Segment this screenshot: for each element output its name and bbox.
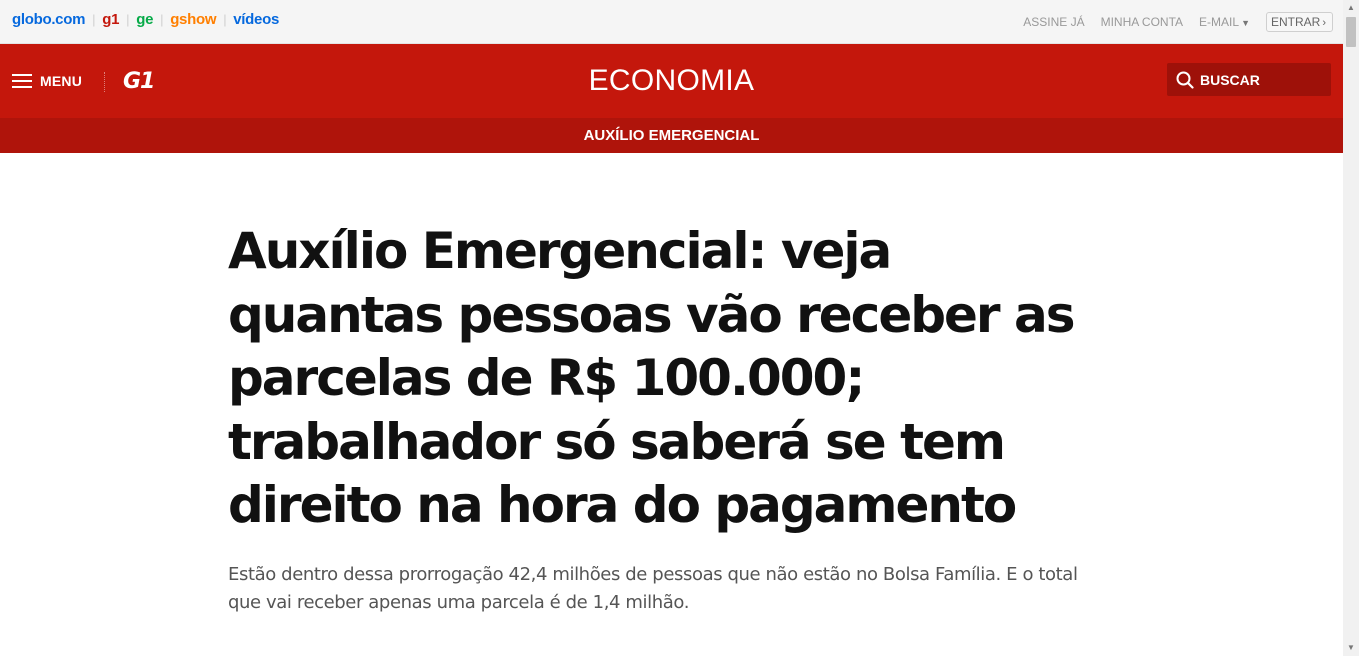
ge-link[interactable]: ge [136, 11, 153, 28]
brand-separator: | [160, 12, 164, 27]
chevron-right-icon: › [1322, 17, 1326, 29]
brand-links: globo.com | g1 | ge | gshow | vídeos [12, 11, 279, 28]
brand-separator: | [223, 12, 227, 27]
brand-separator: | [126, 12, 130, 27]
videos-link[interactable]: vídeos [233, 11, 279, 28]
page-scrollbar[interactable]: ▲ ▼ [1343, 0, 1359, 656]
section-title[interactable]: ECONOMIA [0, 64, 1343, 98]
search-label: BUSCAR [1200, 71, 1260, 88]
globo-com-link[interactable]: globo.com [12, 11, 85, 28]
assine-link[interactable]: ASSINE JÁ [1023, 15, 1084, 29]
email-label: E-MAIL [1199, 15, 1240, 29]
email-dropdown[interactable]: E-MAIL ▼ [1199, 15, 1250, 29]
entrar-label: ENTRAR [1270, 15, 1321, 29]
scroll-thumb[interactable] [1346, 17, 1356, 47]
scroll-up-arrow-icon[interactable]: ▲ [1343, 0, 1359, 16]
site-header: MENU G1 ECONOMIA BUSCAR [0, 44, 1343, 118]
g1-link[interactable]: g1 [102, 11, 119, 28]
search-icon [1176, 71, 1194, 89]
topic-bar: AUXÍLIO EMERGENCIAL [0, 118, 1343, 153]
account-links: ASSINE JÁ MINHA CONTA E-MAIL ▼ ENTRAR › [1007, 12, 1333, 32]
brand-separator: | [92, 12, 96, 27]
minha-conta-link[interactable]: MINHA CONTA [1101, 15, 1183, 29]
article-headline: Auxílio Emergencial: veja quantas pessoa… [228, 222, 1076, 534]
entrar-button[interactable]: ENTRAR › [1265, 12, 1333, 32]
search-button[interactable]: BUSCAR [1167, 63, 1331, 96]
chevron-down-icon: ▼ [1241, 18, 1250, 28]
topic-link[interactable]: AUXÍLIO EMERGENCIAL [584, 118, 760, 153]
article-subtitle: Estão dentro dessa prorrogação 42,4 milh… [228, 564, 1078, 613]
globo-top-bar: globo.com | g1 | ge | gshow | vídeos ASS… [0, 0, 1343, 44]
gshow-link[interactable]: gshow [170, 11, 216, 28]
scroll-down-arrow-icon[interactable]: ▼ [1343, 640, 1359, 656]
